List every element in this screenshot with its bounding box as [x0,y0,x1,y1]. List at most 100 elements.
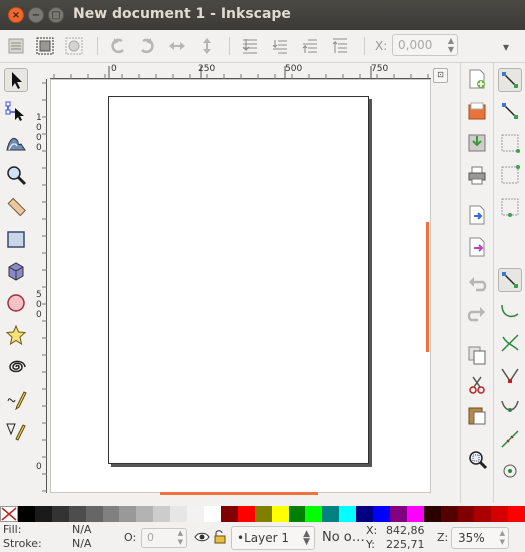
toolbar-overflow-button[interactable]: ▾ [503,40,509,54]
color-swatch[interactable] [474,506,492,522]
pencil-tool-icon[interactable] [4,388,28,412]
swatch-list [18,506,525,522]
window-maximize-button[interactable]: □ [48,7,64,23]
new-document-icon[interactable] [466,68,488,90]
snap-smooth-nodes-icon[interactable] [498,396,522,420]
color-swatch[interactable] [119,506,137,522]
zoom-field[interactable]: 35% ▲ ▼ [451,527,509,549]
snap-bbox-icon[interactable] [498,100,522,124]
color-swatch[interactable] [102,506,120,522]
flip-vertical-icon[interactable] [197,36,217,56]
color-swatch[interactable] [220,506,238,522]
lower-to-bottom-icon[interactable] [240,36,260,56]
color-swatch[interactable] [85,506,103,522]
color-swatch[interactable] [373,506,390,522]
raise-to-top-icon[interactable] [330,36,350,56]
color-swatch[interactable] [288,506,306,522]
measure-tool-icon[interactable] [4,196,28,220]
flip-horizontal-icon[interactable] [167,36,187,56]
redo-icon[interactable] [466,304,488,326]
color-swatch[interactable] [339,506,357,522]
cursor-x-label: X: [366,524,378,537]
select-all-in-all-layers-icon[interactable] [35,36,55,56]
layer-visibility-icon[interactable] [194,529,210,545]
paste-icon[interactable] [466,404,488,426]
color-swatch[interactable] [271,506,289,522]
open-document-icon[interactable] [466,100,488,122]
color-swatch[interactable] [254,506,272,522]
spin-arrows-icon[interactable]: ▲ ▼ [500,529,505,547]
star-tool-icon[interactable] [4,324,28,348]
x-coordinate-label: X: [375,39,388,53]
window-minimize-button[interactable]: − [28,7,44,23]
color-swatch[interactable] [153,506,171,522]
snap-path-intersection-icon[interactable] [498,332,522,356]
zoom-selection-icon[interactable] [466,448,488,470]
tweak-tool-icon[interactable] [4,132,28,156]
color-swatch[interactable] [491,506,509,522]
spin-arrows-icon[interactable]: ▲ ▼ [448,36,454,54]
spiral-tool-icon[interactable] [4,356,28,380]
color-swatch[interactable] [440,506,458,522]
vertical-scrollbar[interactable] [426,222,429,352]
color-swatch[interactable] [237,506,255,522]
x-coordinate-field[interactable]: 0,000 ▲ ▼ [392,34,458,56]
snap-center-icon[interactable] [498,460,522,484]
undo-icon[interactable] [466,274,488,296]
snap-cusp-nodes-icon[interactable] [498,364,522,388]
cut-icon[interactable] [466,374,488,396]
raise-icon[interactable] [300,36,320,56]
snap-midpoints-icon[interactable] [498,428,522,452]
color-swatch[interactable] [356,506,374,522]
snap-bbox-edge-icon[interactable] [498,132,522,156]
deselect-icon[interactable] [64,36,84,56]
snap-path-icon[interactable] [498,300,522,324]
color-swatch[interactable] [389,506,407,522]
spin-arrows-icon[interactable]: ▲ ▼ [178,529,183,547]
color-swatch[interactable] [406,506,424,522]
color-swatch[interactable] [305,506,323,522]
current-layer-dropdown[interactable]: •Layer 1 ▲ ▼ [231,526,315,550]
horizontal-scrollbar[interactable] [160,492,318,495]
color-swatch[interactable] [423,506,441,522]
color-swatch[interactable] [136,506,154,522]
color-swatch[interactable] [68,506,86,522]
ruler-label: 750 [371,64,389,74]
opacity-field[interactable]: 0 ▲ ▼ [141,528,187,548]
snap-bbox-corner-icon[interactable] [498,164,522,188]
zoom-tool-icon[interactable] [4,164,28,188]
export-icon[interactable] [466,236,488,258]
snap-enable-icon[interactable] [498,68,522,92]
color-swatch[interactable] [322,506,340,522]
pen-tool-icon[interactable] [4,420,28,444]
snap-bbox-midpoint-icon[interactable] [498,196,522,220]
color-swatch[interactable] [508,506,525,522]
edit-select-all-icon[interactable] [6,36,26,56]
color-swatch[interactable] [51,506,69,522]
rect-tool-icon[interactable] [4,228,28,252]
node-tool-icon[interactable] [4,100,28,124]
3dbox-tool-icon[interactable] [4,260,28,284]
color-swatch[interactable] [457,506,475,522]
import-icon[interactable] [466,204,488,226]
color-swatch[interactable] [18,506,35,522]
document-page[interactable] [108,96,369,464]
window-close-button[interactable]: × [8,7,24,23]
selector-tool-icon[interactable] [4,68,28,92]
print-document-icon[interactable] [466,164,488,186]
color-swatch[interactable] [187,506,204,522]
zoom-correction-button[interactable]: ⊡ [433,68,448,83]
zoom-label: Z: [437,531,449,544]
save-document-icon[interactable] [466,132,488,154]
snap-nodes-icon[interactable] [498,268,522,292]
lower-icon[interactable] [270,36,290,56]
rotate-cw-icon[interactable] [137,36,157,56]
rotate-ccw-icon[interactable] [108,36,128,56]
layer-lock-icon[interactable] [213,529,227,545]
ellipse-tool-icon[interactable] [4,292,28,316]
color-swatch[interactable] [203,506,221,522]
color-swatch[interactable] [34,506,52,522]
no-paint-icon[interactable] [0,506,18,522]
copy-icon[interactable] [466,344,488,366]
color-swatch[interactable] [170,506,188,522]
